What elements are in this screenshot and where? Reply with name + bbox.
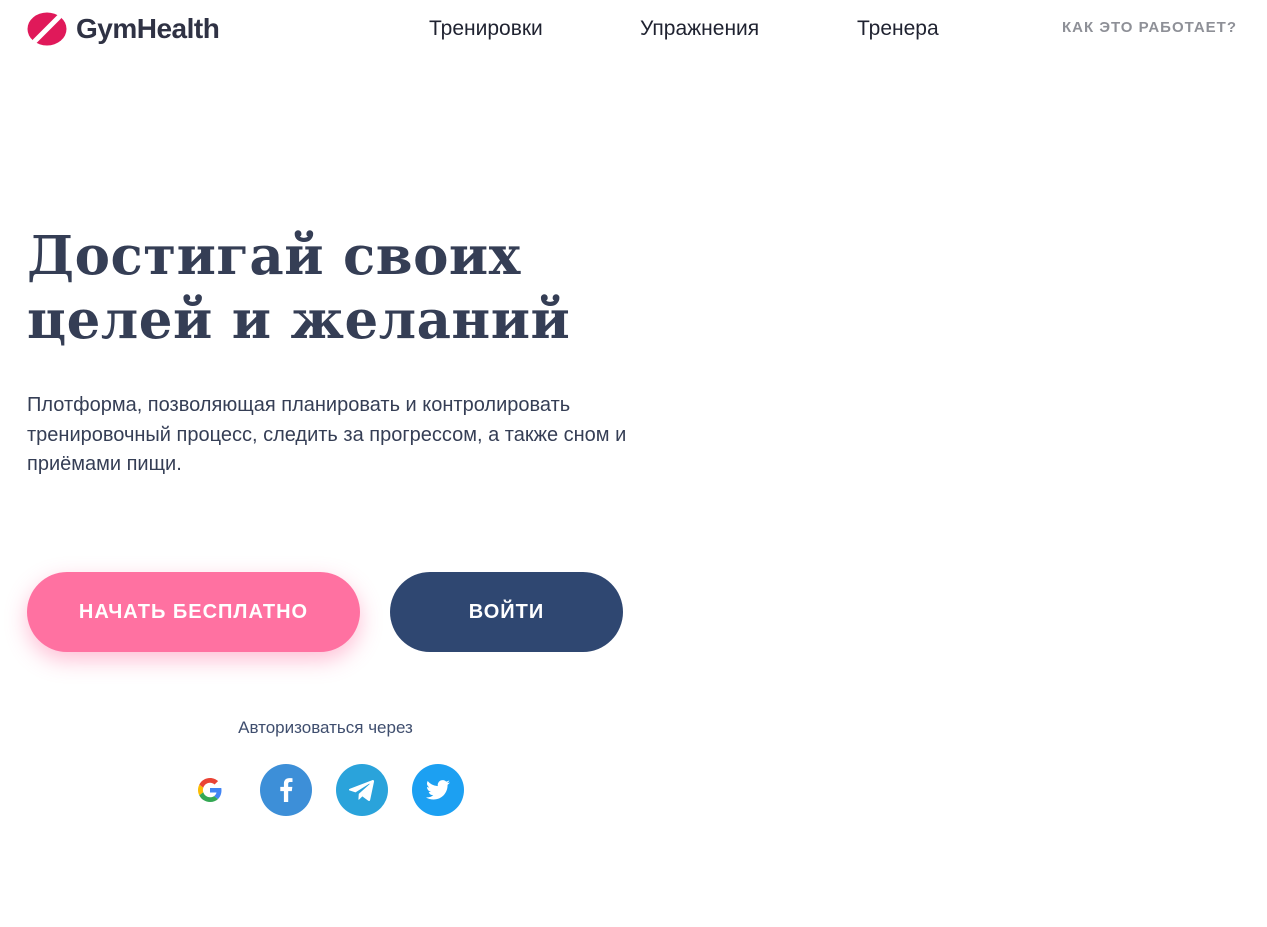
logo-mark-icon <box>27 12 67 46</box>
telegram-icon <box>349 780 375 801</box>
auth-via-label: Авторизоваться через <box>238 718 413 737</box>
google-login-button[interactable] <box>184 764 236 816</box>
nav-link-exercises[interactable]: Упражнения <box>640 17 759 41</box>
brand-name: GymHealth <box>76 13 220 44</box>
hero-title: Достигай своих целей и желаний <box>27 224 647 352</box>
login-button[interactable]: ВОЙТИ <box>390 572 623 652</box>
logo[interactable]: GymHealth <box>27 12 220 46</box>
how-it-works-link[interactable]: КАК ЭТО РАБОТАЕТ? <box>1062 19 1237 37</box>
facebook-login-button[interactable] <box>260 764 312 816</box>
nav-link-workouts[interactable]: Тренировки <box>429 17 543 41</box>
facebook-icon <box>280 778 293 802</box>
start-free-button[interactable]: НАЧАТЬ БЕСПЛАТНО <box>27 572 360 652</box>
hero-description: Плотформа, позволяющая планировать и кон… <box>27 394 627 475</box>
twitter-icon <box>426 780 450 800</box>
hero-title-line-2: целей и желаний <box>27 289 571 351</box>
google-icon <box>198 778 222 802</box>
hero-title-line-1: Достигай своих <box>27 225 521 287</box>
nav-link-trainers[interactable]: Тренера <box>857 17 939 41</box>
telegram-login-button[interactable] <box>336 764 388 816</box>
twitter-login-button[interactable] <box>412 764 464 816</box>
